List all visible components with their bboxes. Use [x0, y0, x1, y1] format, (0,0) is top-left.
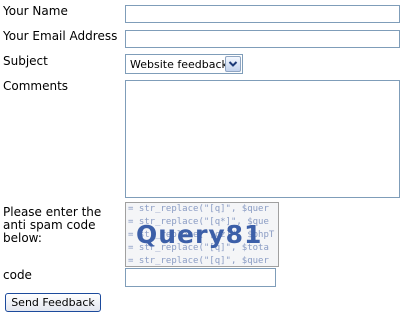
captcha-noise-line: = str_replace("[q]", $quer [128, 256, 269, 266]
comments-textarea[interactable] [125, 80, 400, 198]
captcha-noise-line: = str_replace("[q]", $quer [128, 204, 269, 214]
code-input[interactable] [125, 268, 276, 287]
antispam-label-line-2: anti spam code [3, 218, 96, 232]
name-label: Your Name [3, 4, 68, 18]
subject-select[interactable]: Website feedback [125, 54, 243, 74]
comments-label: Comments [3, 79, 69, 93]
chevron-down-icon[interactable] [225, 56, 241, 72]
code-label: code [3, 268, 32, 282]
antispam-label-line-3: below: [3, 231, 42, 245]
email-input[interactable] [125, 30, 400, 48]
send-feedback-button[interactable]: Send Feedback [5, 293, 101, 312]
email-label: Your Email Address [3, 29, 118, 43]
name-input[interactable] [125, 5, 400, 23]
captcha-image: = str_replace("[q]", $quer = str_replace… [125, 202, 279, 267]
captcha-code-text: Query81 [136, 220, 263, 249]
subject-label: Subject [3, 54, 48, 68]
antispam-label-line-1: Please enter the [3, 205, 102, 219]
subject-selected-value: Website feedback [130, 58, 228, 71]
